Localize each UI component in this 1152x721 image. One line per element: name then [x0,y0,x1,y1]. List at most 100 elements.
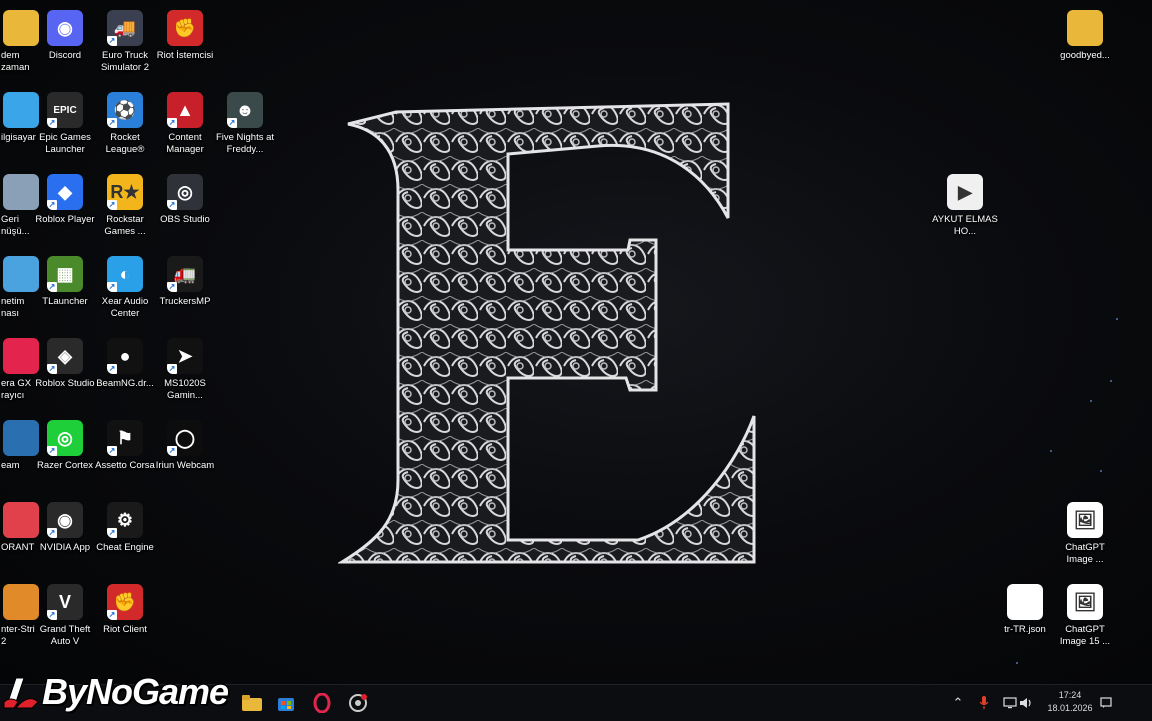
discord-icon: ◉ [47,10,83,46]
shortcut-arrow-icon: ↗ [167,282,177,292]
speck [1050,450,1052,452]
desktop-icon[interactable]: 🖼 ChatGPT Image 15 ... [1055,580,1115,660]
desktop-icon[interactable]: ◎ ↗ OBS Studio [155,170,215,250]
desktop-icon[interactable]: ◉ ↗ NVIDIA App [35,498,95,578]
shortcut-arrow-icon: ↗ [107,446,117,456]
desktop-icon[interactable]: tr-TR.json [995,580,1055,660]
shortcut-arrow-icon: ↗ [107,118,117,128]
desktop-icon[interactable]: ▲ ↗ Content Manager [155,88,215,168]
desktop-icon[interactable]: EPIC ↗ Epic Games Launcher [35,88,95,168]
desktop-icon-label: OBS Studio [160,214,210,225]
obs-icon: ◎ ↗ [167,174,203,210]
desktop-icon[interactable]: ● ↗ BeamNG.dr... [95,334,155,414]
desktop-icon-label: Xear Audio Center [101,296,149,319]
desktop-icon[interactable]: ◉ Discord [35,6,95,86]
microphone-icon[interactable] [972,691,996,715]
desktop-icon[interactable]: ✊ ↗ Riot Client [95,580,155,660]
desktop-icon-label: TLauncher [42,296,88,307]
desktop-icon[interactable]: ◐ ↗ Xear Audio Center [95,252,155,332]
desktop-icon[interactable]: ◯ ↗ Iriun Webcam [155,416,215,496]
desktop-icon-label: Roblox Studio [35,378,95,389]
watermark-text: ByNoGame [42,671,229,712]
desktop-icon-label: Rocket League® [105,132,145,155]
desktop-icon[interactable]: ▦ ↗ TLauncher [35,252,95,332]
desktop-icon-label: AYKUT ELMAS HO... [932,214,998,237]
control-panel-icon [3,256,39,292]
euro-truck-icon: 🚚 ↗ [107,10,143,46]
shortcut-arrow-icon: ↗ [107,364,117,374]
desktop-icon[interactable]: ⚑ ↗ Assetto Corsa [95,416,155,496]
desktop-icon-label: Five Nights at Freddy... [215,132,275,155]
counter-strike-icon [3,584,39,620]
desktop-icon[interactable]: V ↗ Grand Theft Auto V [35,580,95,660]
folder-icon [1067,10,1103,46]
content-manager-icon: ▲ ↗ [167,92,203,128]
valorant-icon [3,502,39,538]
speck [1100,470,1102,472]
desktop-icon[interactable]: ➤ ↗ MS1020S Gamin... [155,334,215,414]
desktop-icon[interactable]: ⚙ ↗ Cheat Engine [95,498,155,578]
shortcut-arrow-icon: ↗ [107,36,117,46]
shortcut-arrow-icon: ↗ [227,118,237,128]
xear-audio-icon: ◐ ↗ [107,256,143,292]
system-clock[interactable]: 17:24 18.01.2026 [1040,689,1100,715]
desktop-icon[interactable]: ◆ ↗ Roblox Player [35,170,95,250]
epic-games-icon: EPIC ↗ [47,92,83,128]
desktop-icon[interactable]: R★ ↗ Rockstar Games ... [95,170,155,250]
computer-icon [3,92,39,128]
desktop-icon-label: MS1020S Gamin... [164,378,206,401]
desktop-icon[interactable]: ⚽ ↗ Rocket League® [95,88,155,168]
shortcut-arrow-icon: ↗ [167,200,177,210]
shortcut-arrow-icon: ↗ [47,610,57,620]
opera-gx-taskbar-icon[interactable] [310,691,334,715]
desktop-icon[interactable]: ✊ Riot İstemcisi [155,6,215,86]
roblox-player-icon: ◆ ↗ [47,174,83,210]
shortcut-arrow-icon: ↗ [107,282,117,292]
shortcut-arrow-icon: ↗ [47,282,57,292]
video-file-icon: ▶ [947,174,983,210]
desktop-icon[interactable]: ☻ ↗ Five Nights at Freddy... [215,88,275,168]
desktop-icon-label: NVIDIA App [39,542,91,553]
clock-time: 17:24 [1058,690,1082,700]
desktop-icon-label: Content Manager [166,132,204,155]
volume-icon[interactable] [1014,691,1038,715]
wallpaper-letter-e [338,102,756,564]
desktop-icon[interactable]: 🚚 ↗ Euro Truck Simulator 2 [95,6,155,86]
steam-like-taskbar-icon[interactable] [346,691,370,715]
fnaf-icon: ☻ ↗ [227,92,263,128]
shortcut-arrow-icon: ↗ [47,364,57,374]
truckersmp-icon: 🚛 ↗ [167,256,203,292]
desktop-icon[interactable]: 🖼 ChatGPT Image ... [1055,498,1115,578]
beamng-icon: ● ↗ [107,338,143,374]
desktop-icon[interactable]: goodbyed... [1055,6,1115,86]
cheat-engine-icon: ⚙ ↗ [107,502,143,538]
file-explorer-taskbar-icon[interactable] [240,691,264,715]
desktop-icon-label: Epic Games Launcher [39,132,91,155]
speck [1116,318,1118,320]
desktop-icon-label: Riot Client [103,624,147,635]
desktop: dem zaman ilgisayar Geri nüşü... netim nası… [0,0,1152,684]
shortcut-arrow-icon: ↗ [47,528,57,538]
shortcut-arrow-icon: ↗ [47,200,57,210]
desktop-icon[interactable]: ▶ AYKUT ELMAS HO... [932,170,998,250]
rocket-league-icon: ⚽ ↗ [107,92,143,128]
notification-icon[interactable] [1094,691,1118,715]
desktop-icon[interactable]: ◎ ↗ Razer Cortex [35,416,95,496]
recycle-bin-icon [3,174,39,210]
ms1020s-icon: ➤ ↗ [167,338,203,374]
desktop-icon-label: ChatGPT Image 15 ... [1059,624,1111,647]
nvidia-icon: ◉ ↗ [47,502,83,538]
desktop-icon[interactable]: 🚛 ↗ TruckersMP [155,252,215,332]
microsoft-store-taskbar-icon[interactable] [274,691,298,715]
desktop-icon-label: Cheat Engine [96,542,154,553]
desktop-icon-label: Roblox Player [35,214,95,225]
desktop-icon-label: goodbyed... [1060,50,1110,61]
desktop-icon[interactable]: ◈ ↗ Roblox Studio [35,334,95,414]
shortcut-arrow-icon: ↗ [167,446,177,456]
desktop-icon-label: ChatGPT Image ... [1065,542,1105,565]
roblox-studio-icon: ◈ ↗ [47,338,83,374]
bynogame-logo-icon [3,677,39,709]
razer-cortex-icon: ◎ ↗ [47,420,83,456]
chevron-up-icon[interactable]: ⌃ [946,691,970,715]
watermark: ByNoGame [2,668,229,716]
